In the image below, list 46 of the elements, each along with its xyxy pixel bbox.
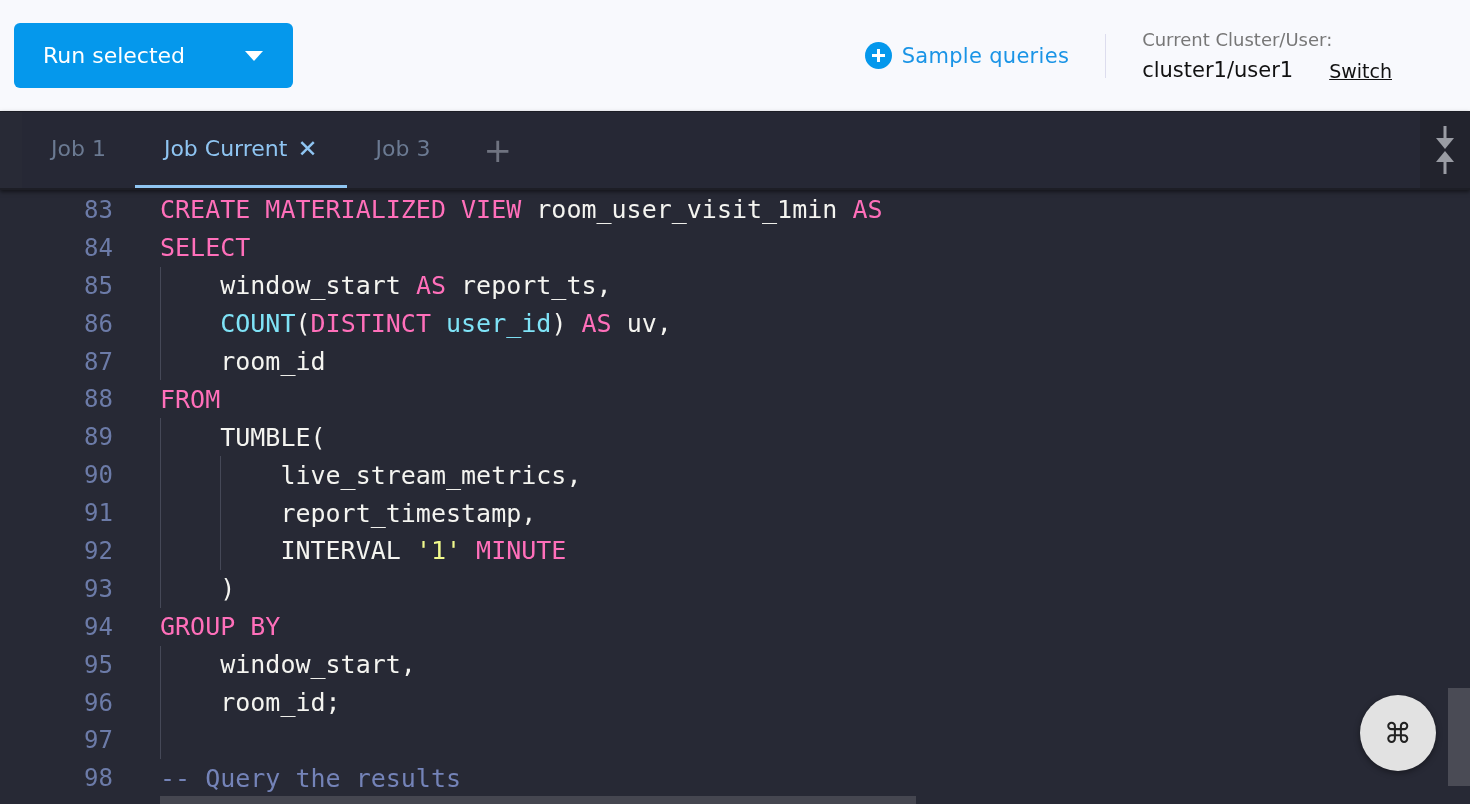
cluster-label: Current Cluster/User:: [1142, 29, 1334, 50]
vertical-scrollbar[interactable]: [1448, 688, 1470, 786]
plus-circle-icon: [864, 42, 892, 69]
cluster-value: cluster1/user1: [1142, 58, 1294, 82]
caret-icon: [244, 50, 263, 61]
code-line: INTERVAL '1' MINUTE: [279, 536, 567, 566]
code-line: room_id;: [219, 688, 341, 717]
code-line: TUMBLE(: [219, 422, 326, 452]
line-number: 91: [83, 499, 113, 528]
add-tab-button[interactable]: +: [483, 130, 512, 170]
line-number: 92: [83, 536, 113, 565]
code-line: window_start,: [219, 650, 416, 680]
code-line: FROM: [160, 384, 221, 414]
code-line: GROUP BY: [160, 612, 281, 642]
horizontal-scrollbar[interactable]: [160, 796, 916, 804]
line-number: 84: [83, 233, 113, 262]
line-number: 83: [83, 195, 113, 224]
code-line: COUNT(DISTINCT user_id) AS uv,: [219, 309, 672, 339]
job-tab[interactable]: Job 1: [22, 112, 135, 188]
job-tab[interactable]: Job 3: [346, 112, 460, 188]
collapse-icon[interactable]: [1434, 126, 1456, 174]
close-icon[interactable]: ✕: [297, 134, 318, 163]
code-line: room_id: [219, 347, 326, 376]
sample-queries-link[interactable]: Sample queries: [864, 42, 1070, 69]
line-number: 97: [83, 726, 113, 755]
code-line: SELECT: [160, 233, 251, 263]
switch-link[interactable]: Switch: [1329, 60, 1392, 82]
line-number: 94: [83, 612, 113, 641]
code-line: window_start AS report_ts,: [219, 271, 612, 301]
code-line: CREATE MATERIALIZED VIEW room_user_visit_1min AS: [160, 195, 883, 225]
line-number: 93: [83, 574, 113, 603]
line-number: 96: [83, 688, 113, 717]
line-number: 90: [83, 461, 113, 490]
line-number: 98: [83, 764, 113, 793]
code-comment: -- Query the results: [160, 763, 462, 793]
line-number: 88: [83, 385, 113, 414]
run-selected-button[interactable]: Run selected: [14, 23, 215, 88]
code-line: report_timestamp,: [279, 498, 537, 528]
line-number: 87: [83, 347, 113, 376]
line-number: 95: [83, 650, 113, 679]
line-number: 85: [83, 271, 113, 300]
command-button[interactable]: ⌘: [1360, 695, 1436, 771]
code-line: ): [219, 574, 236, 604]
code-line: live_stream_metrics,: [279, 460, 582, 490]
line-number: 89: [83, 423, 113, 452]
line-number: 86: [83, 309, 113, 338]
